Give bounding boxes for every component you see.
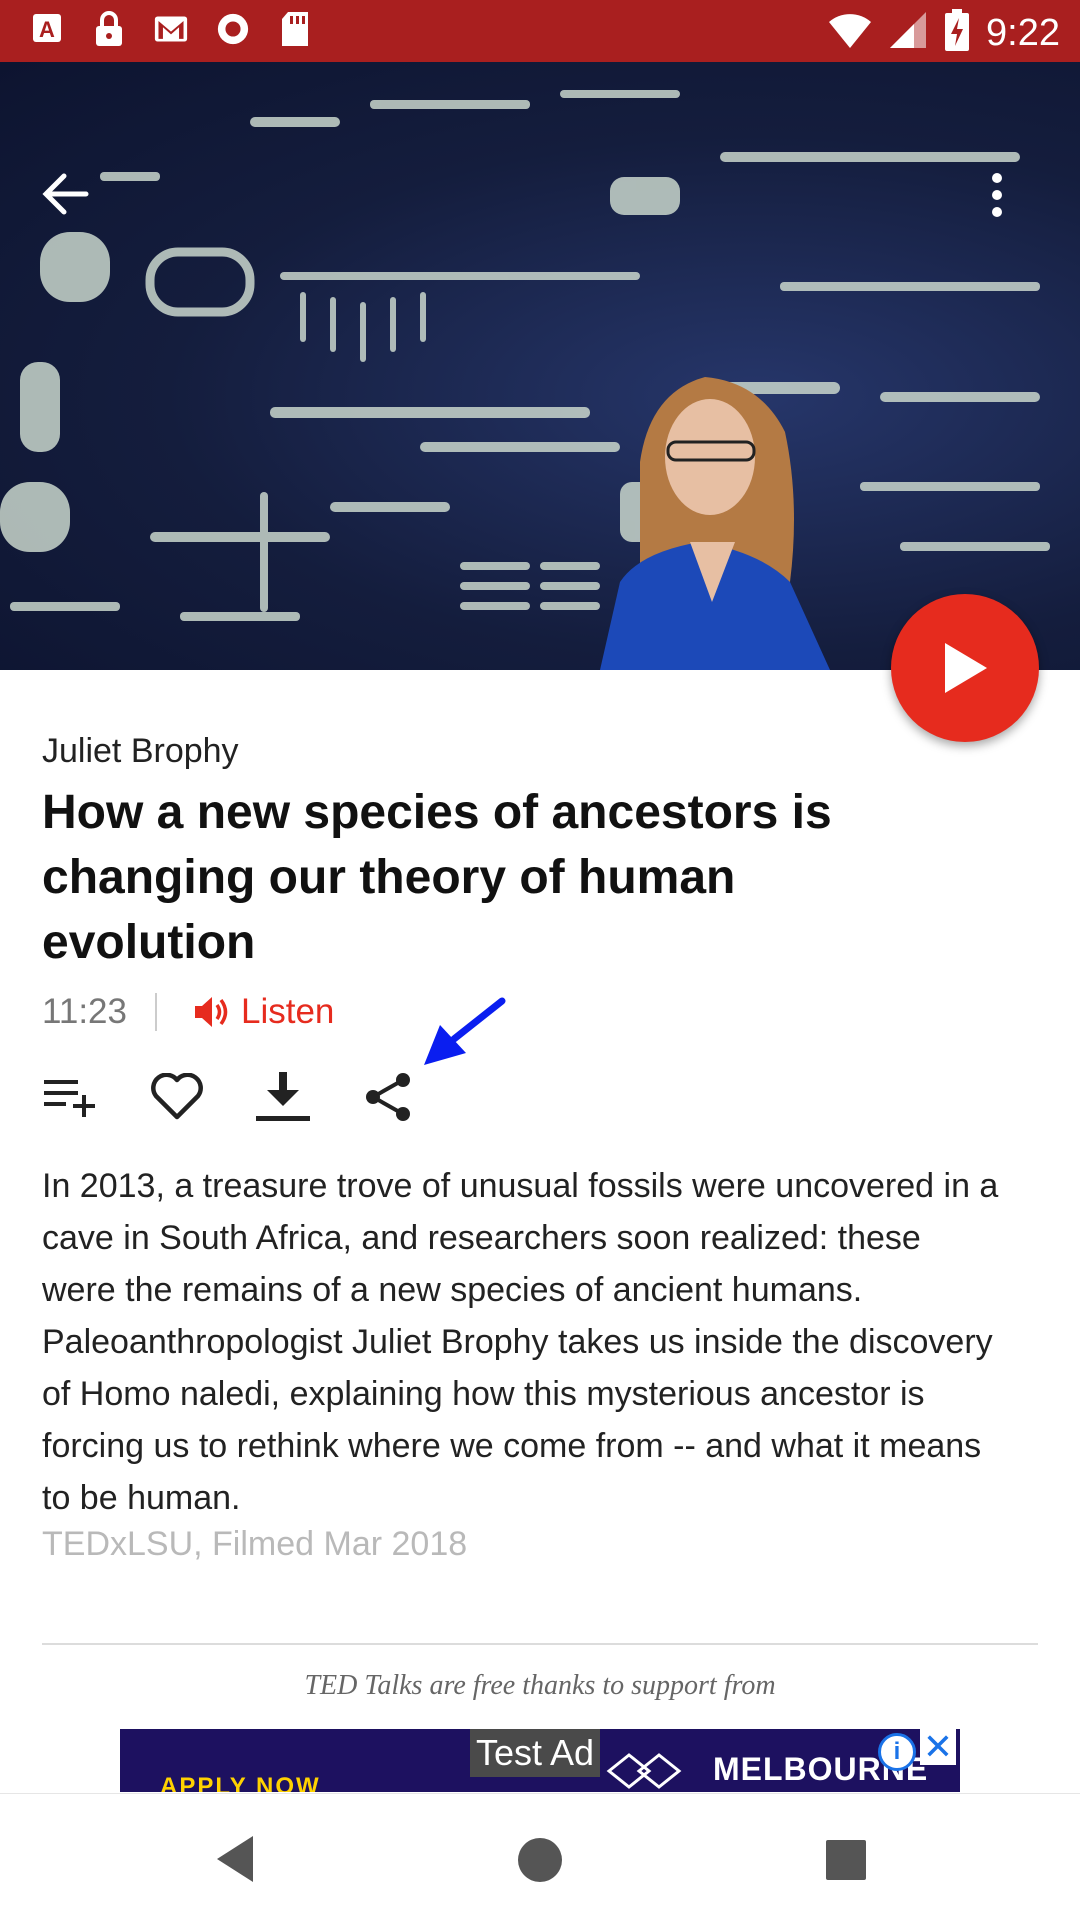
ad-logo-icon [606, 1753, 682, 1789]
gmail-icon [154, 10, 188, 48]
event-info: TEDxLSU, Filmed Mar 2018 [42, 1525, 468, 1563]
wifi-icon [828, 10, 872, 55]
ad-banner[interactable]: APPLY NOW Test Ad MELBOURNE i ✕ [120, 1729, 960, 1792]
clock: 9:22 [986, 11, 1060, 54]
meta-divider [155, 993, 157, 1031]
fossil-backdrop [0, 90, 1050, 670]
ad-close-icon[interactable]: ✕ [920, 1729, 956, 1765]
record-icon [216, 10, 250, 48]
app-a-icon: A [30, 10, 64, 48]
ad-cta[interactable]: APPLY NOW [160, 1773, 321, 1792]
back-arrow-icon[interactable] [40, 172, 90, 216]
test-ad-label: Test Ad [470, 1729, 601, 1777]
add-to-playlist-button[interactable] [42, 1068, 100, 1126]
favorite-button[interactable] [148, 1068, 206, 1126]
video-thumbnail[interactable] [0, 62, 1080, 670]
nav-recents-icon[interactable] [826, 1840, 866, 1880]
annotation-arrow-icon [424, 997, 506, 1065]
notification-icons: A [30, 10, 312, 48]
support-text: TED Talks are free thanks to support fro… [304, 1670, 776, 1701]
action-row [42, 1068, 418, 1126]
favorite-icon[interactable] [150, 1073, 204, 1121]
more-vert-icon[interactable] [990, 172, 1004, 218]
download-button[interactable] [254, 1068, 312, 1126]
nav-back-icon[interactable] [215, 1834, 255, 1884]
share-icon[interactable] [363, 1071, 415, 1123]
speaker-name: Juliet Brophy [42, 732, 239, 770]
share-button[interactable] [360, 1068, 418, 1126]
ad-info-icon[interactable]: i [878, 1733, 916, 1771]
signal-icon [888, 10, 928, 55]
talk-description: In 2013, a treasure trove of unusual fos… [42, 1167, 999, 1517]
system-status: 9:22 [828, 8, 1060, 57]
volume-icon [195, 997, 228, 1027]
status-bar: A 9:22 [0, 0, 1080, 62]
download-icon[interactable] [254, 1072, 312, 1122]
listen-label: Listen [241, 992, 335, 1031]
section-divider [42, 1643, 1038, 1645]
svg-text:A: A [39, 17, 55, 42]
play-button[interactable] [891, 594, 1039, 742]
system-nav-bar [0, 1793, 1080, 1921]
back-button[interactable] [40, 172, 110, 242]
nav-home-icon[interactable] [518, 1838, 562, 1882]
overflow-menu-button[interactable] [990, 172, 1050, 242]
talk-title: How a new species of ancestors is changi… [42, 786, 832, 969]
duration: 11:23 [42, 992, 127, 1031]
listen-button[interactable]: Listen [193, 992, 334, 1032]
lock-icon [92, 10, 126, 48]
battery-charging-icon [944, 8, 970, 57]
talk-meta: 11:23 Listen [42, 990, 334, 1034]
add-to-playlist-icon[interactable] [44, 1077, 98, 1117]
sd-card-icon [278, 10, 312, 48]
play-icon[interactable] [939, 639, 991, 697]
